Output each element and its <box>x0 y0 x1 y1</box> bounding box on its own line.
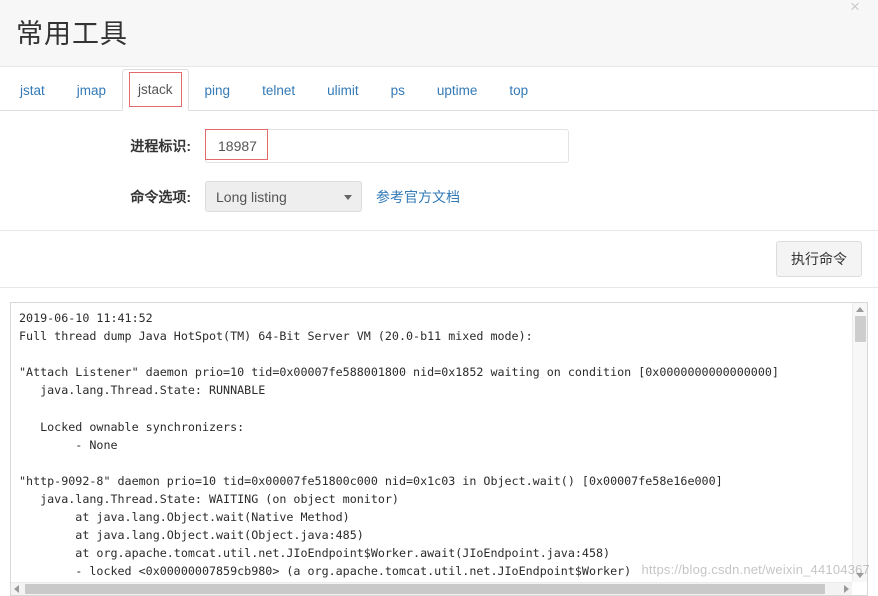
vertical-scroll-thumb[interactable] <box>855 316 866 342</box>
page-title: 常用工具 <box>16 19 128 49</box>
pid-input[interactable] <box>205 129 569 163</box>
tab-jmap[interactable]: jmap <box>61 70 122 111</box>
arrow-right-icon[interactable] <box>844 585 849 593</box>
execute-command-button[interactable]: 执行命令 <box>776 241 862 277</box>
tab-top[interactable]: top <box>493 70 544 111</box>
action-bar: 执行命令 <box>0 230 878 288</box>
tab-jstat[interactable]: jstat <box>4 70 61 111</box>
options-row: 命令选项: Long listing 参考官方文档 <box>0 181 878 212</box>
tab-ps[interactable]: ps <box>375 70 421 111</box>
command-option-selected-value: Long listing <box>216 188 287 205</box>
horizontal-scroll-thumb[interactable] <box>25 584 825 594</box>
tab-jstack[interactable]: jstack <box>122 69 189 111</box>
tab-label: uptime <box>436 83 478 98</box>
command-form: 进程标识: 命令选项: Long listing 参考官方文档 <box>0 111 878 212</box>
arrow-left-icon[interactable] <box>14 585 19 593</box>
tab-label: ps <box>390 83 405 98</box>
tab-ping[interactable]: ping <box>189 70 247 111</box>
tab-telnet[interactable]: telnet <box>246 70 311 111</box>
tab-uptime[interactable]: uptime <box>421 70 494 111</box>
pid-row: 进程标识: <box>0 129 878 163</box>
pid-label: 进程标识: <box>130 138 191 154</box>
close-icon[interactable]: × <box>844 0 866 18</box>
tab-label: telnet <box>262 83 296 98</box>
common-tools-dialog: 常用工具 × jstat jmap jstack ping telnet uli… <box>0 0 878 596</box>
tab-label: jstat <box>20 83 45 98</box>
arrow-down-icon[interactable] <box>856 573 864 578</box>
console-output-panel: 2019-06-10 11:41:52 Full thread dump Jav… <box>10 302 868 596</box>
console-vertical-scrollbar[interactable] <box>852 303 867 582</box>
official-doc-link[interactable]: 参考官方文档 <box>376 187 460 207</box>
tab-ulimit[interactable]: ulimit <box>311 70 375 111</box>
tab-label: top <box>509 83 529 98</box>
command-option-select[interactable]: Long listing <box>205 181 362 212</box>
console-output-text: 2019-06-10 11:41:52 Full thread dump Jav… <box>19 311 779 579</box>
tool-tabs: jstat jmap jstack ping telnet ulimit ps … <box>0 67 878 111</box>
tab-label: jstack <box>138 82 173 97</box>
tab-label: ping <box>204 83 231 98</box>
chevron-down-icon <box>344 194 352 200</box>
arrow-up-icon[interactable] <box>856 307 864 312</box>
options-label: 命令选项: <box>130 188 191 205</box>
pid-input-wrap <box>205 129 569 163</box>
dialog-header: 常用工具 × <box>0 0 878 67</box>
tab-label: jmap <box>76 83 107 98</box>
tab-label: ulimit <box>327 83 359 98</box>
